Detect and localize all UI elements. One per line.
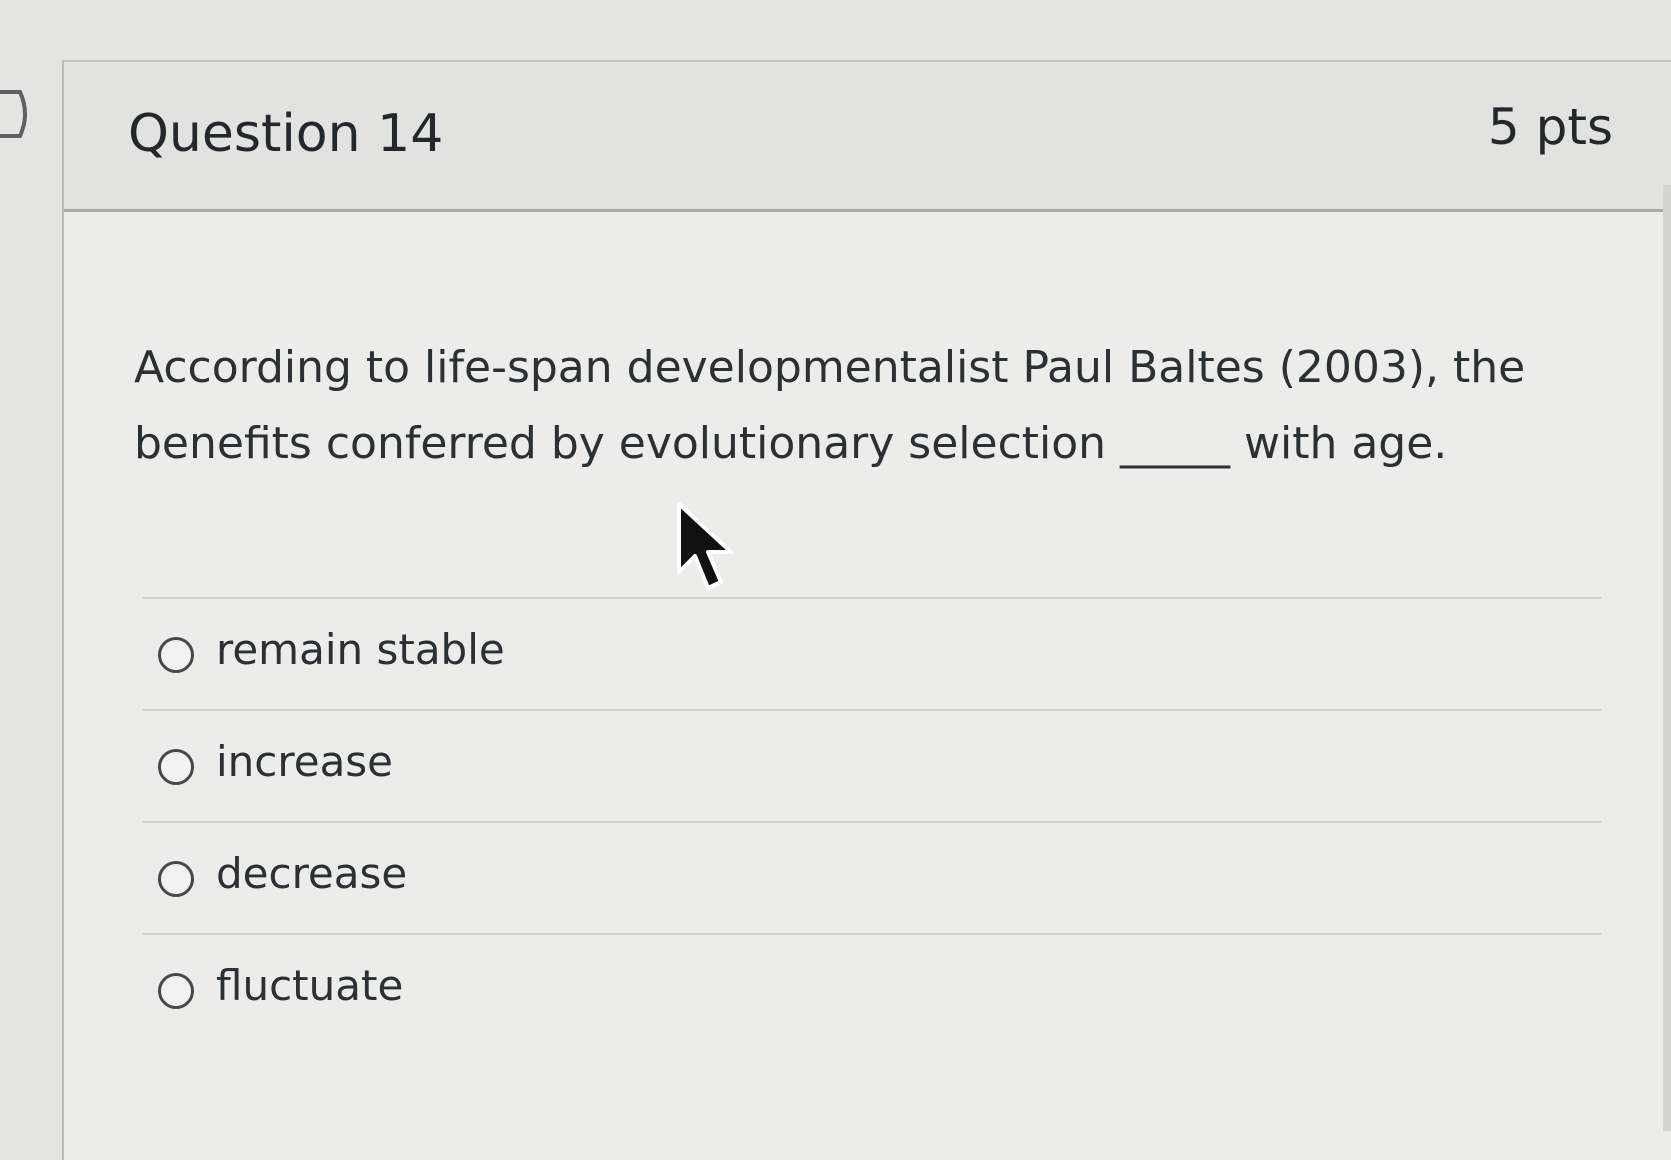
radio-unselected-icon[interactable] <box>158 637 194 673</box>
mouse-pointer-icon <box>677 502 733 590</box>
question-title: Question 14 <box>128 104 444 164</box>
answer-option[interactable]: fluctuate <box>142 933 1602 1045</box>
answer-option[interactable]: increase <box>142 709 1602 821</box>
question-text: According to life-span developmentalist … <box>134 342 1526 469</box>
radio-unselected-icon[interactable] <box>158 861 194 897</box>
answer-option[interactable]: decrease <box>142 821 1602 933</box>
answer-list: remain stable increase decrease fluctuat… <box>142 597 1602 1045</box>
question-card: Question 14 5 pts According to life-span… <box>62 60 1671 1160</box>
answer-label[interactable]: increase <box>216 737 393 786</box>
question-header: Question 14 5 pts <box>64 62 1671 212</box>
answer-label[interactable]: decrease <box>216 849 407 898</box>
radio-unselected-icon[interactable] <box>158 749 194 785</box>
question-points: 5 pts <box>1487 98 1613 156</box>
answer-option[interactable]: remain stable <box>142 597 1602 709</box>
answer-label[interactable]: fluctuate <box>216 961 403 1010</box>
right-edge-shadow <box>1663 185 1671 1131</box>
answer-label[interactable]: remain stable <box>216 625 505 674</box>
radio-unselected-icon[interactable] <box>158 973 194 1009</box>
chevron-right-icon <box>0 90 27 138</box>
